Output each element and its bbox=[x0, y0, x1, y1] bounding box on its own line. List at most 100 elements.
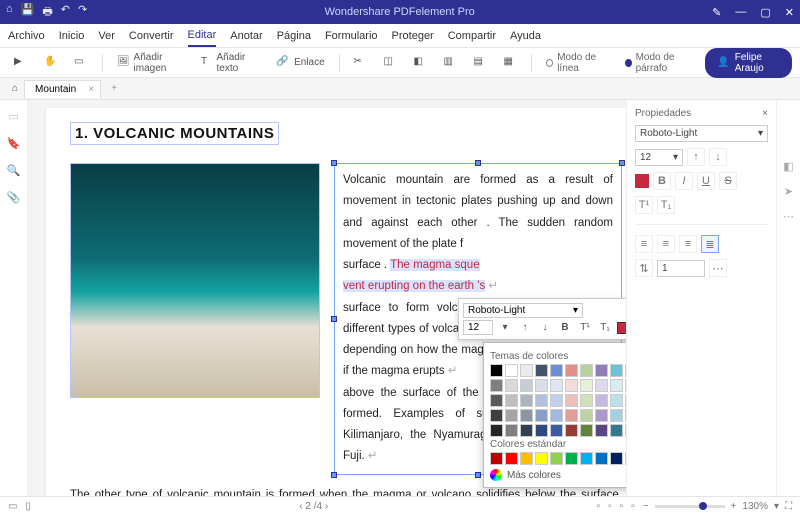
page-area[interactable]: 1. VOLCANIC MOUNTAINS Volcanic mountain … bbox=[28, 100, 626, 496]
color-swatch[interactable] bbox=[580, 394, 593, 407]
spacing-more-icon[interactable]: ⋯ bbox=[709, 259, 727, 277]
color-swatch[interactable] bbox=[505, 452, 518, 465]
color-swatch[interactable] bbox=[490, 424, 503, 437]
prop-color-swatch[interactable] bbox=[635, 174, 649, 188]
color-swatch[interactable] bbox=[610, 409, 623, 422]
color-swatch[interactable] bbox=[535, 379, 548, 392]
align-center-button[interactable]: ≡ bbox=[657, 235, 675, 253]
color-swatch[interactable] bbox=[580, 452, 593, 465]
menu-compartir[interactable]: Compartir bbox=[448, 30, 496, 42]
color-swatch[interactable] bbox=[505, 364, 518, 377]
color-swatch[interactable] bbox=[520, 424, 533, 437]
color-swatch[interactable] bbox=[490, 364, 503, 377]
color-swatch[interactable] bbox=[520, 379, 533, 392]
resize-handle[interactable] bbox=[475, 472, 481, 478]
color-swatch[interactable] bbox=[595, 424, 608, 437]
zoom-out-icon[interactable]: − bbox=[643, 501, 649, 512]
send-icon[interactable]: ➤ bbox=[784, 185, 793, 198]
page-heading[interactable]: 1. VOLCANIC MOUNTAINS bbox=[70, 122, 279, 145]
align-right-button[interactable]: ≡ bbox=[679, 235, 697, 253]
color-swatch[interactable] bbox=[595, 409, 608, 422]
increase-size-icon[interactable]: ↑ bbox=[517, 321, 533, 334]
underline-button[interactable]: U bbox=[697, 172, 715, 190]
zoom-in-icon[interactable]: + bbox=[731, 501, 737, 512]
color-swatch[interactable] bbox=[625, 379, 626, 392]
zoom-slider[interactable] bbox=[655, 505, 725, 508]
qa-print-icon[interactable]: 🖶 bbox=[42, 3, 52, 22]
view-single-icon[interactable]: ▭ bbox=[8, 501, 17, 512]
subscript-button[interactable]: T₁ bbox=[657, 196, 675, 214]
qa-redo-icon[interactable]: ↷ bbox=[78, 3, 87, 22]
color-swatch[interactable] bbox=[505, 394, 518, 407]
color-swatch[interactable] bbox=[565, 379, 578, 392]
color-swatch[interactable] bbox=[610, 394, 623, 407]
menu-editar[interactable]: Editar bbox=[188, 29, 217, 47]
color-swatch[interactable] bbox=[550, 394, 563, 407]
shape-tool-2[interactable]: ◧ bbox=[407, 53, 433, 73]
paragraph-mode-radio[interactable]: Modo de párrafo bbox=[619, 49, 702, 77]
page-number[interactable]: 2 bbox=[305, 501, 311, 512]
color-swatch[interactable] bbox=[595, 379, 608, 392]
more-colors-button[interactable]: Más colores bbox=[490, 469, 626, 481]
hand-tool[interactable]: ✋ bbox=[38, 53, 64, 73]
view-continuous-icon[interactable]: ▯ bbox=[25, 501, 31, 512]
shape-tool-5[interactable]: ▦ bbox=[497, 53, 523, 73]
color-swatch[interactable] bbox=[580, 379, 593, 392]
color-swatch[interactable] bbox=[490, 394, 503, 407]
more-icon[interactable]: ⋯ bbox=[783, 210, 794, 223]
color-swatch[interactable] bbox=[625, 452, 626, 465]
color-swatch[interactable] bbox=[595, 394, 608, 407]
qa-home-icon[interactable]: ⌂ bbox=[6, 3, 13, 22]
color-swatch[interactable] bbox=[580, 409, 593, 422]
qa-save-icon[interactable]: 💾 bbox=[21, 3, 35, 22]
color-swatch[interactable] bbox=[595, 364, 608, 377]
prev-page-icon[interactable]: ‹ bbox=[299, 501, 302, 512]
feedback-icon[interactable]: ✎ bbox=[712, 6, 721, 19]
menu-pagina[interactable]: Página bbox=[277, 30, 311, 42]
line-mode-radio[interactable]: Modo de línea bbox=[540, 49, 614, 77]
resize-handle[interactable] bbox=[331, 472, 337, 478]
next-page-icon[interactable]: › bbox=[325, 501, 328, 512]
color-swatch[interactable] bbox=[625, 364, 626, 377]
tab-mountain[interactable]: Mountain× bbox=[24, 80, 101, 98]
prop-size-select[interactable]: 12▾ bbox=[635, 149, 683, 166]
thumbnails-icon[interactable]: ▭ bbox=[8, 110, 18, 123]
menu-ayuda[interactable]: Ayuda bbox=[510, 30, 541, 42]
resize-handle[interactable] bbox=[331, 316, 337, 322]
menu-convertir[interactable]: Convertir bbox=[129, 30, 174, 42]
layers-icon[interactable]: ◧ bbox=[783, 160, 793, 173]
increase-size-icon[interactable]: ↑ bbox=[687, 148, 705, 166]
menu-proteger[interactable]: Proteger bbox=[392, 30, 434, 42]
line-spacing-button[interactable]: ⇅ bbox=[635, 259, 653, 277]
font-family-select[interactable]: Roboto-Light▾ bbox=[463, 303, 583, 318]
color-swatch[interactable] bbox=[520, 409, 533, 422]
bookmarks-icon[interactable]: 🔖 bbox=[7, 137, 21, 150]
spacing-input[interactable]: 1 bbox=[657, 260, 705, 277]
color-swatch[interactable] bbox=[565, 452, 578, 465]
color-swatch[interactable] bbox=[595, 452, 608, 465]
color-swatch[interactable] bbox=[565, 364, 578, 377]
subscript-button[interactable]: T₁ bbox=[597, 321, 613, 334]
color-swatch[interactable] bbox=[520, 394, 533, 407]
color-swatch[interactable] bbox=[535, 409, 548, 422]
qa-undo-icon[interactable]: ↶ bbox=[61, 3, 70, 22]
strike-button[interactable]: S bbox=[719, 172, 737, 190]
shape-tool-1[interactable]: ◫ bbox=[377, 53, 403, 73]
color-swatch[interactable] bbox=[505, 379, 518, 392]
superscript-button[interactable]: T¹ bbox=[635, 196, 653, 214]
resize-handle[interactable] bbox=[331, 160, 337, 166]
color-swatch[interactable] bbox=[490, 379, 503, 392]
zoom-value[interactable]: 130% bbox=[742, 501, 768, 512]
font-size-input[interactable]: 12 bbox=[463, 320, 493, 335]
color-swatch[interactable] bbox=[550, 424, 563, 437]
color-swatch[interactable] bbox=[490, 409, 503, 422]
edit-object-tool[interactable]: ▭ bbox=[68, 53, 94, 73]
add-image-button[interactable]: 🖼Añadir imagen bbox=[111, 49, 191, 77]
user-button[interactable]: 👤Felipe Araujo bbox=[705, 48, 792, 78]
search-icon[interactable]: 🔍 bbox=[7, 164, 21, 177]
view-mode-2-icon[interactable]: ▫ bbox=[608, 501, 612, 512]
color-swatch[interactable] bbox=[610, 452, 623, 465]
document-image[interactable] bbox=[70, 163, 320, 398]
view-mode-4-icon[interactable]: ▫ bbox=[631, 501, 635, 512]
add-text-button[interactable]: TAñadir texto bbox=[195, 49, 266, 77]
